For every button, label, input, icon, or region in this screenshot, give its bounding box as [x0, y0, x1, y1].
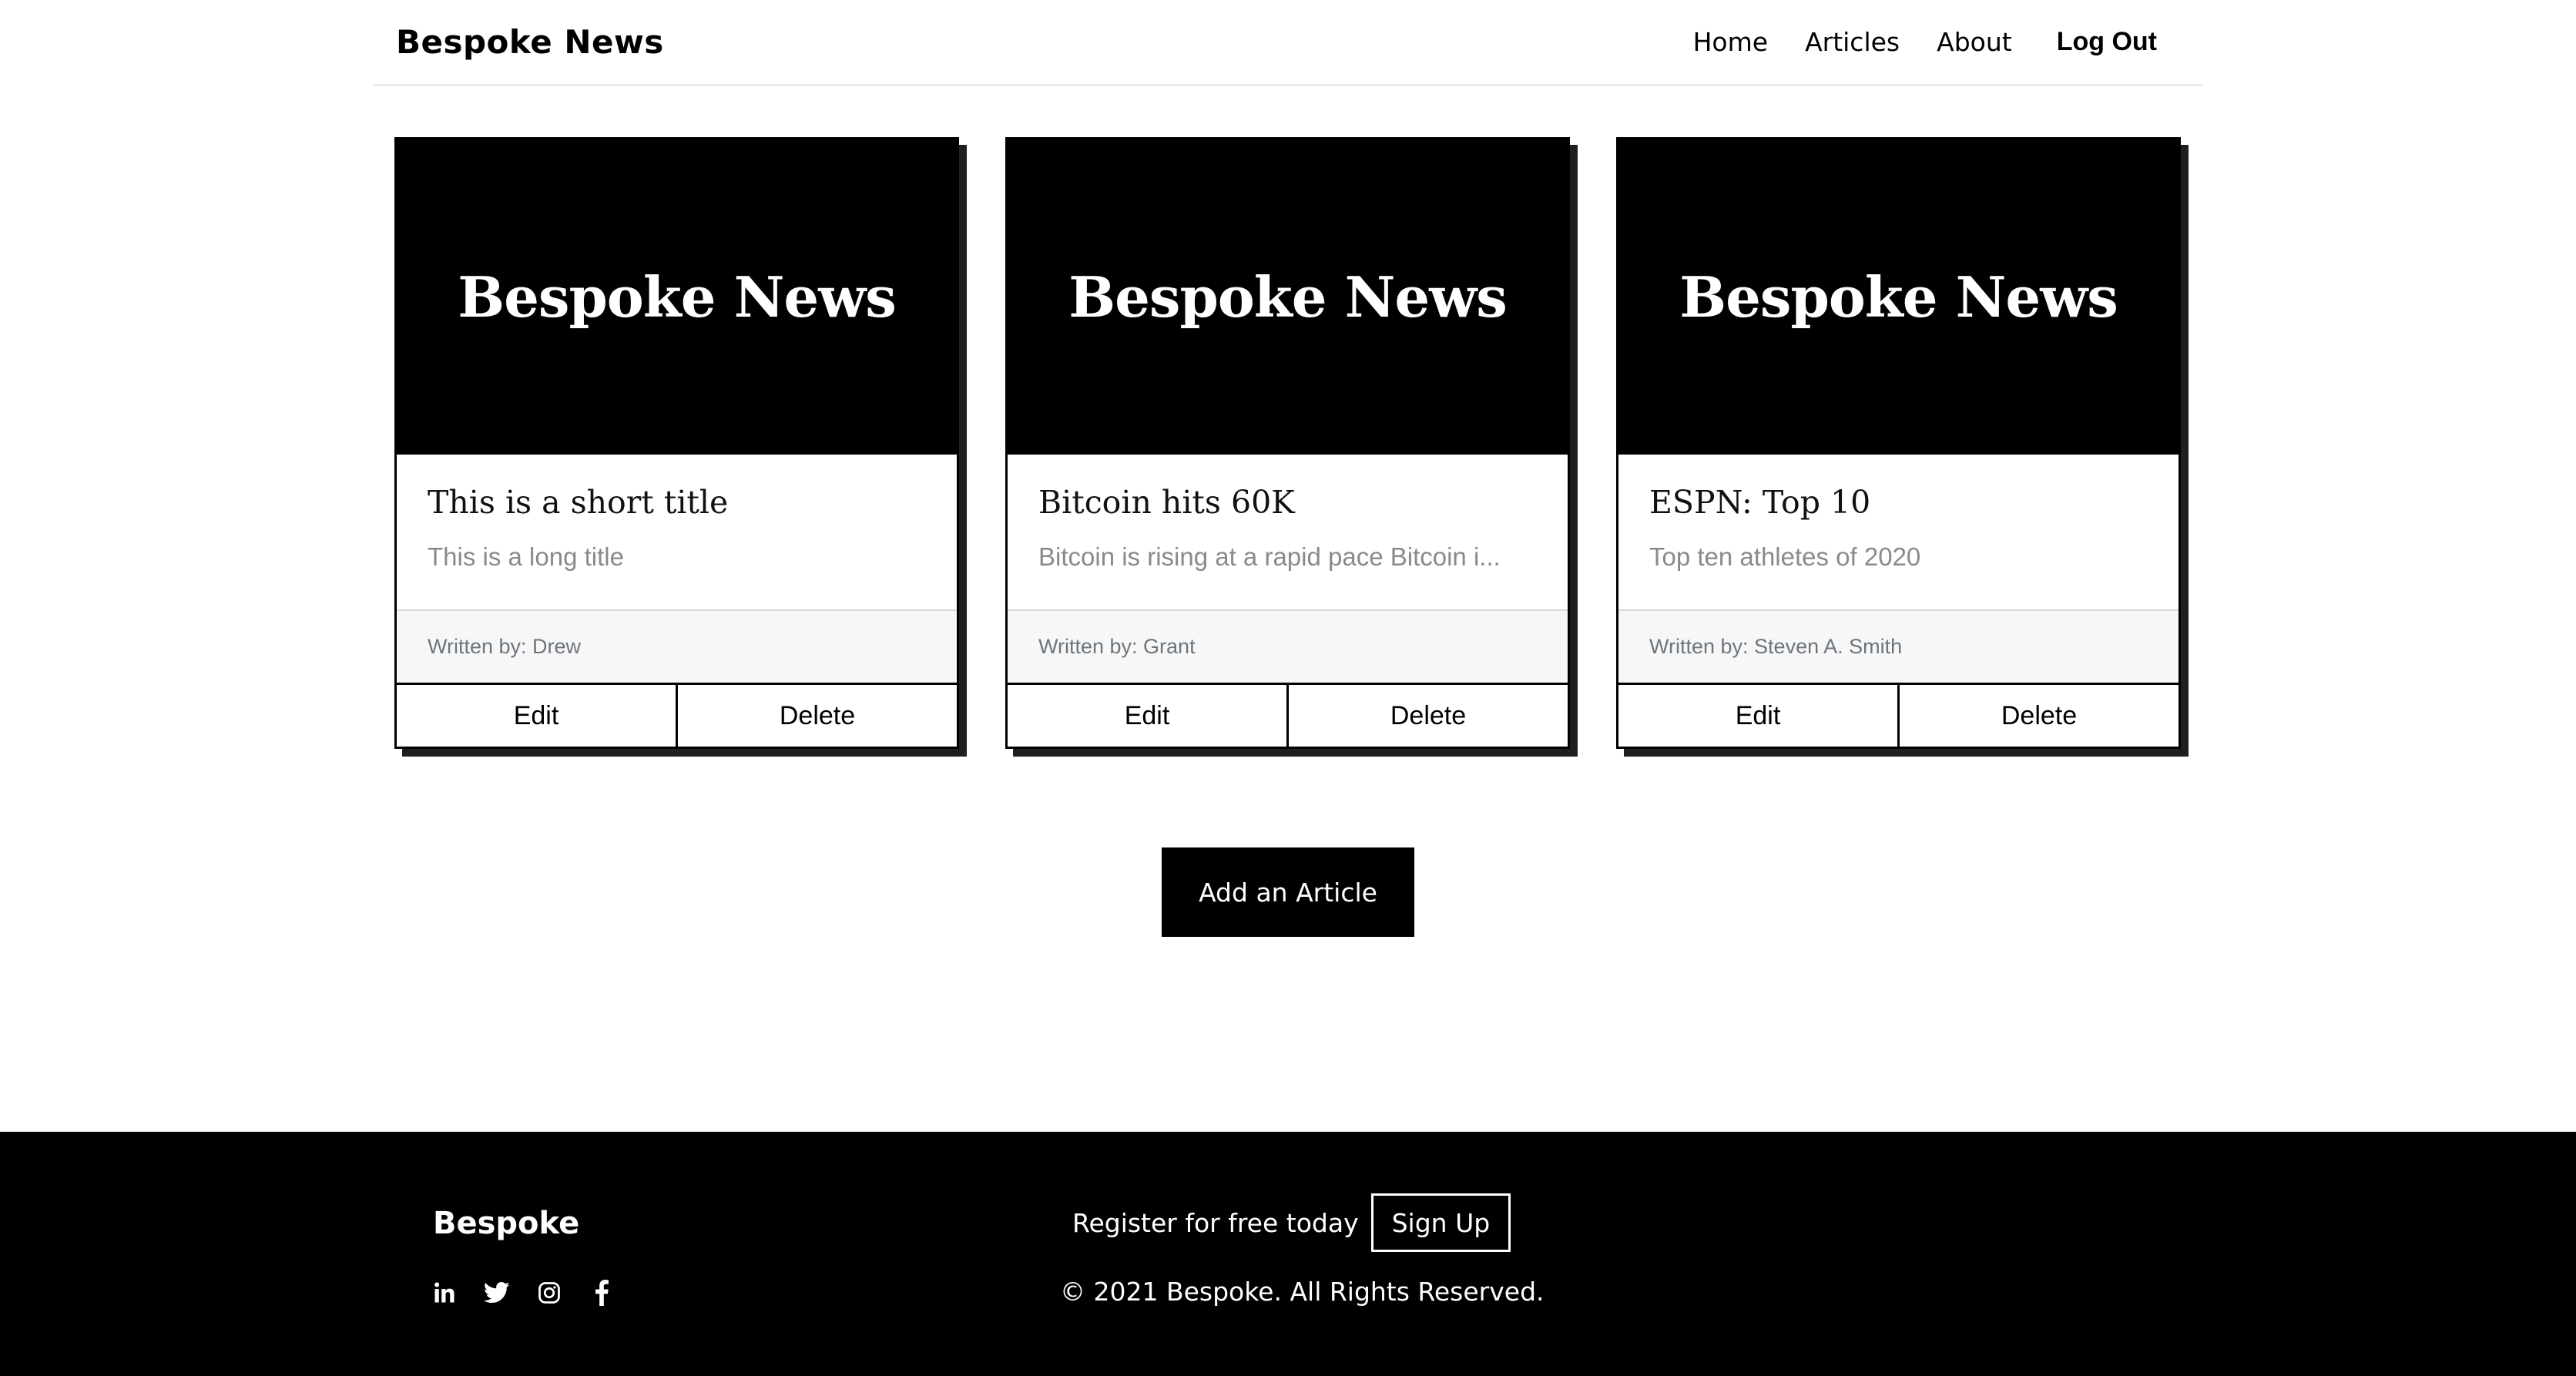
social-links — [431, 1280, 641, 1306]
card-author: Written by: Grant — [1038, 635, 1196, 658]
logout-button[interactable]: Log Out — [2057, 27, 2157, 57]
nav-about-link[interactable]: About — [1937, 27, 2012, 57]
linkedin-icon[interactable] — [431, 1280, 458, 1306]
edit-button[interactable]: Edit — [397, 685, 678, 747]
card-body: This is a short title This is a long tit… — [397, 455, 957, 611]
card-author: Written by: Drew — [428, 635, 582, 658]
twitter-icon[interactable] — [484, 1280, 510, 1306]
card-footer: Written by: Drew — [397, 611, 957, 685]
delete-button[interactable]: Delete — [1289, 685, 1568, 747]
card-author: Written by: Steven A. Smith — [1649, 635, 1903, 658]
brand-logo[interactable]: Bespoke News — [396, 23, 664, 61]
sign-up-button[interactable]: Sign Up — [1370, 1193, 1511, 1252]
navbar: Bespoke News Home Articles About Log Out — [373, 0, 2203, 86]
add-article-button[interactable]: Add an Article — [1162, 847, 1414, 937]
article-card: Bespoke News Bitcoin hits 60K Bitcoin is… — [1005, 137, 1570, 749]
footer-brand: Bespoke — [433, 1206, 580, 1241]
card-description: Bitcoin is rising at a rapid pace Bitcoi… — [1038, 542, 1501, 571]
card-banner-image: Bespoke News — [1008, 139, 1568, 455]
card-banner-image: Bespoke News — [397, 139, 957, 455]
banner-text: Bespoke News — [458, 264, 896, 330]
card-actions: Edit Delete — [1008, 685, 1568, 747]
card-description: This is a long title — [428, 542, 624, 571]
nav-articles-link[interactable]: Articles — [1805, 27, 1900, 57]
delete-button[interactable]: Delete — [678, 685, 957, 747]
card-banner-image: Bespoke News — [1618, 139, 2179, 455]
card-title: ESPN: Top 10 — [1649, 484, 1871, 521]
facebook-icon[interactable] — [589, 1280, 615, 1306]
delete-button[interactable]: Delete — [1900, 685, 2179, 747]
banner-text: Bespoke News — [1679, 264, 2118, 330]
register-cta: Register for free today Sign Up — [1072, 1193, 1511, 1252]
card-body: Bitcoin hits 60K Bitcoin is rising at a … — [1008, 455, 1568, 611]
nav-home-link[interactable]: Home — [1693, 27, 1768, 57]
card-description: Top ten athletes of 2020 — [1649, 542, 1921, 571]
edit-button[interactable]: Edit — [1008, 685, 1289, 747]
card-body: ESPN: Top 10 Top ten athletes of 2020 — [1618, 455, 2179, 611]
card-actions: Edit Delete — [1618, 685, 2179, 747]
edit-button[interactable]: Edit — [1618, 685, 1900, 747]
article-cards: Bespoke News This is a short title This … — [394, 137, 2181, 749]
register-text: Register for free today — [1072, 1207, 1359, 1238]
card-title: Bitcoin hits 60K — [1038, 484, 1295, 521]
nav-links: Home Articles About Log Out — [1656, 27, 2180, 57]
instagram-icon[interactable] — [536, 1280, 562, 1306]
footer: Bespoke Register for free today Sign Up … — [0, 1132, 2576, 1376]
article-card: Bespoke News This is a short title This … — [394, 137, 959, 749]
copyright-text: © 2021 Bespoke. All Rights Reserved. — [1060, 1277, 1545, 1307]
card-title: This is a short title — [428, 484, 729, 521]
article-card: Bespoke News ESPN: Top 10 Top ten athlet… — [1616, 137, 2181, 749]
card-footer: Written by: Grant — [1008, 611, 1568, 685]
card-footer: Written by: Steven A. Smith — [1618, 611, 2179, 685]
banner-text: Bespoke News — [1068, 264, 1507, 330]
card-actions: Edit Delete — [397, 685, 957, 747]
